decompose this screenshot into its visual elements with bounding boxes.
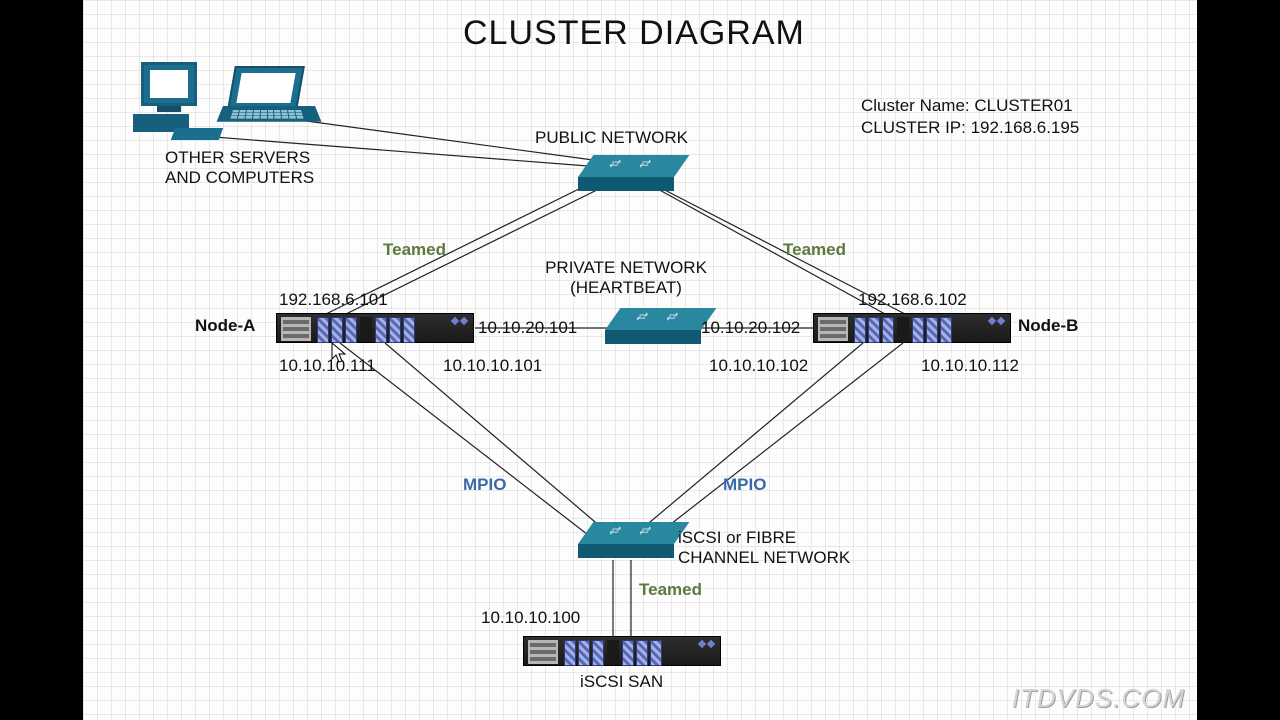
- node-b-iscsi-ip-1: 10.10.10.102: [709, 356, 808, 376]
- clients-caption-1: OTHER SERVERS: [165, 148, 310, 168]
- storage-network-label-1: iSCSI or FIBRE: [678, 528, 796, 548]
- mpio-label-left: MPIO: [463, 475, 506, 495]
- teamed-label-left: Teamed: [383, 240, 446, 260]
- san-ip: 10.10.10.100: [481, 608, 580, 628]
- mpio-label-right: MPIO: [723, 475, 766, 495]
- storage-switch-icon: ⇄⇄: [578, 522, 674, 552]
- node-a-hb-ip: 10.10.20.101: [478, 318, 577, 338]
- watermark: ITDVDS.COM: [1012, 683, 1185, 714]
- private-network-label-1: PRIVATE NETWORK: [496, 258, 756, 278]
- node-b-hb-ip: 10.10.20.102: [701, 318, 800, 338]
- heartbeat-switch-icon: ⇄⇄: [605, 308, 701, 338]
- teamed-label-right: Teamed: [783, 240, 846, 260]
- public-network-label: PUBLIC NETWORK: [535, 128, 688, 148]
- node-a-iscsi-ip-2: 10.10.10.101: [443, 356, 542, 376]
- node-a-label: Node-A: [195, 316, 255, 336]
- cluster-name-label: Cluster Name: CLUSTER01: [861, 96, 1073, 116]
- teamed-label-san: Teamed: [639, 580, 702, 600]
- laptop-icon: [223, 66, 313, 136]
- page-title: CLUSTER DIAGRAM: [463, 14, 805, 53]
- cluster-ip-label: CLUSTER IP: 192.168.6.195: [861, 118, 1079, 138]
- private-network-label-2: (HEARTBEAT): [496, 278, 756, 298]
- node-b-public-ip: 192.168.6.102: [858, 290, 967, 310]
- clients-caption-2: AND COMPUTERS: [165, 168, 314, 188]
- storage-network-label-2: CHANNEL NETWORK: [678, 548, 850, 568]
- public-switch-icon: ⇄⇄: [578, 155, 674, 185]
- node-b-label: Node-B: [1018, 316, 1078, 336]
- iscsi-san-icon: [523, 636, 721, 666]
- desktop-icon: [133, 62, 213, 142]
- node-a-iscsi-ip-1: 10.10.10.111: [279, 356, 376, 376]
- node-b-server-icon: [813, 313, 1011, 343]
- cursor-icon: [331, 342, 347, 364]
- iscsi-san-label: iSCSI SAN: [580, 672, 663, 692]
- node-a-public-ip: 192.168.6.101: [279, 290, 388, 310]
- node-b-iscsi-ip-2: 10.10.10.112: [921, 356, 1019, 376]
- node-a-server-icon: [276, 313, 474, 343]
